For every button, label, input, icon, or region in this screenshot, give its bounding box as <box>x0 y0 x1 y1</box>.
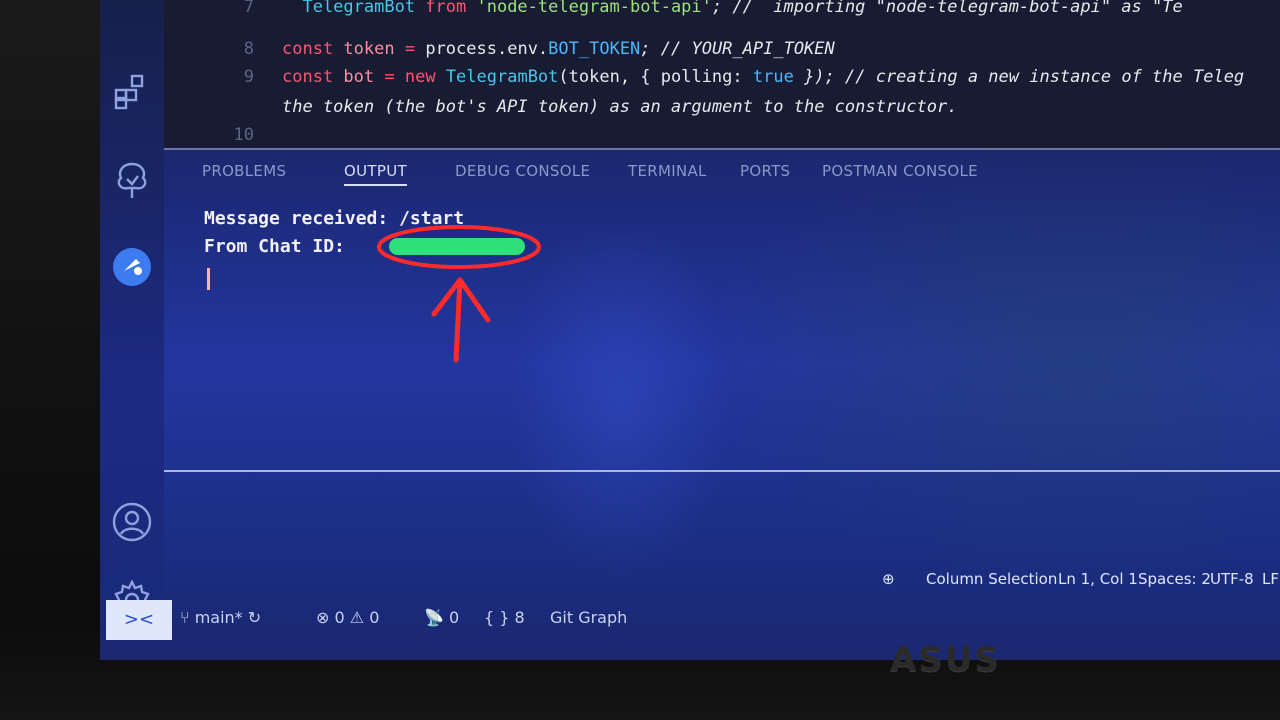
branch-name: main* <box>194 608 243 627</box>
monitor-brand-logo: ASUS <box>890 640 1001 680</box>
status-bar-left: >< ⑂ main* ↻ ⊗ 0 ⚠ 0 📡 0 { } 8 Git Graph <box>100 600 880 640</box>
line-number: 8 <box>243 39 254 59</box>
output-chat-id-label: From Chat ID: <box>204 236 345 257</box>
extensions-icon[interactable] <box>110 70 154 114</box>
vscode-window: 7 TelegramBot from 'node-telegram-bot-ap… <box>100 0 1280 660</box>
code-token: TelegramBot <box>282 0 426 17</box>
line-number: 9 <box>243 67 254 87</box>
indentation[interactable]: Spaces: 2 <box>1138 570 1211 588</box>
tab-debug-console[interactable]: DEBUG CONSOLE <box>455 162 590 180</box>
sync-icon[interactable]: ↻ <box>248 608 261 627</box>
line-number: 10 <box>233 125 254 145</box>
code-token: token <box>343 39 405 59</box>
code-token: bot <box>343 67 385 87</box>
code-token: const <box>282 67 344 87</box>
code-line[interactable]: 9 const bot = new TelegramBot(token, { po… <box>164 62 1244 92</box>
cursor-position[interactable]: Ln 1, Col 1 <box>1058 570 1138 588</box>
code-token: (token, { polling: <box>558 67 753 87</box>
code-token: const <box>282 39 344 59</box>
tree-icon[interactable] <box>110 158 154 202</box>
code-token: ; // importing "node-telegram-bot-api" a… <box>711 0 1183 17</box>
text-cursor <box>207 268 210 290</box>
code-line[interactable]: 7 TelegramBot from 'node-telegram-bot-ap… <box>164 0 1183 22</box>
code-token: TelegramBot <box>445 67 559 87</box>
problems-item[interactable]: ⊗ 0 ⚠ 0 <box>316 608 379 627</box>
status-bar: ⊕ Column Selection Ln 1, Col 1 Spaces: 2… <box>100 570 1280 640</box>
code-token: .env. <box>496 39 549 59</box>
code-line[interactable]: 10 <box>164 120 282 150</box>
code-editor[interactable]: 7 TelegramBot from 'node-telegram-bot-ap… <box>164 0 1280 150</box>
error-count: 0 <box>334 608 345 627</box>
code-line[interactable]: the token (the bot's API token) as an ar… <box>164 92 958 122</box>
tab-terminal[interactable]: TERMINAL <box>628 162 707 180</box>
tab-output[interactable]: OUTPUT <box>344 162 407 186</box>
zoom-icon[interactable]: ⊕ <box>882 570 895 588</box>
git-graph-button[interactable]: Git Graph <box>550 608 627 627</box>
code-token: process <box>425 39 497 59</box>
warning-icon: ⚠ <box>349 608 365 627</box>
code-token: = <box>404 39 426 59</box>
column-selection[interactable]: Column Selection <box>926 570 1057 588</box>
error-icon: ⊗ <box>316 608 330 627</box>
warning-count: 0 <box>369 608 380 627</box>
ports-item[interactable]: 📡 0 <box>424 608 459 627</box>
remote-icon: >< <box>123 609 155 630</box>
braces-icon: { } <box>484 608 510 627</box>
postman-icon[interactable] <box>110 245 154 289</box>
braces-item[interactable]: { } 8 <box>484 608 525 627</box>
git-branch-icon: ⑂ <box>180 608 190 627</box>
braces-count: 8 <box>514 608 525 627</box>
code-token: BOT_TOKEN <box>548 39 641 59</box>
tab-postman-console[interactable]: POSTMAN CONSOLE <box>822 162 978 180</box>
panel-tabs: PROBLEMS OUTPUT DEBUG CONSOLE TERMINAL P… <box>164 162 1280 192</box>
red-annotation-circle-arrow <box>377 225 541 363</box>
code-token: new <box>404 67 446 87</box>
code-token: from <box>425 0 477 17</box>
panel-divider <box>164 470 1280 472</box>
code-token: ; // YOUR_API_TOKEN <box>640 39 835 59</box>
activity-bar <box>100 0 164 640</box>
bottom-panel: PROBLEMS OUTPUT DEBUG CONSOLE TERMINAL P… <box>164 150 1280 470</box>
code-token: = <box>384 67 405 87</box>
tab-ports[interactable]: PORTS <box>740 162 790 180</box>
line-number: 7 <box>243 0 254 17</box>
account-icon[interactable] <box>110 500 154 544</box>
code-token: the token (the bot's API token) as an ar… <box>282 97 958 117</box>
ports-count: 0 <box>449 608 460 627</box>
code-token: }); // creating a new instance of the Te… <box>793 67 1245 87</box>
tab-problems[interactable]: PROBLEMS <box>202 162 286 180</box>
code-line[interactable]: 8 const token = process.env.BOT_TOKEN; //… <box>164 34 835 64</box>
branch-item[interactable]: ⑂ main* ↻ <box>180 608 261 627</box>
code-token: true <box>752 67 794 87</box>
end-of-line[interactable]: LF <box>1262 570 1279 588</box>
broadcast-icon: 📡 <box>424 608 444 627</box>
status-bar-right: ⊕ Column Selection Ln 1, Col 1 Spaces: 2… <box>870 564 1280 594</box>
code-token: 'node-telegram-bot-api' <box>476 0 712 17</box>
encoding[interactable]: UTF-8 <box>1210 570 1254 588</box>
remote-window-button[interactable]: >< <box>106 600 172 640</box>
